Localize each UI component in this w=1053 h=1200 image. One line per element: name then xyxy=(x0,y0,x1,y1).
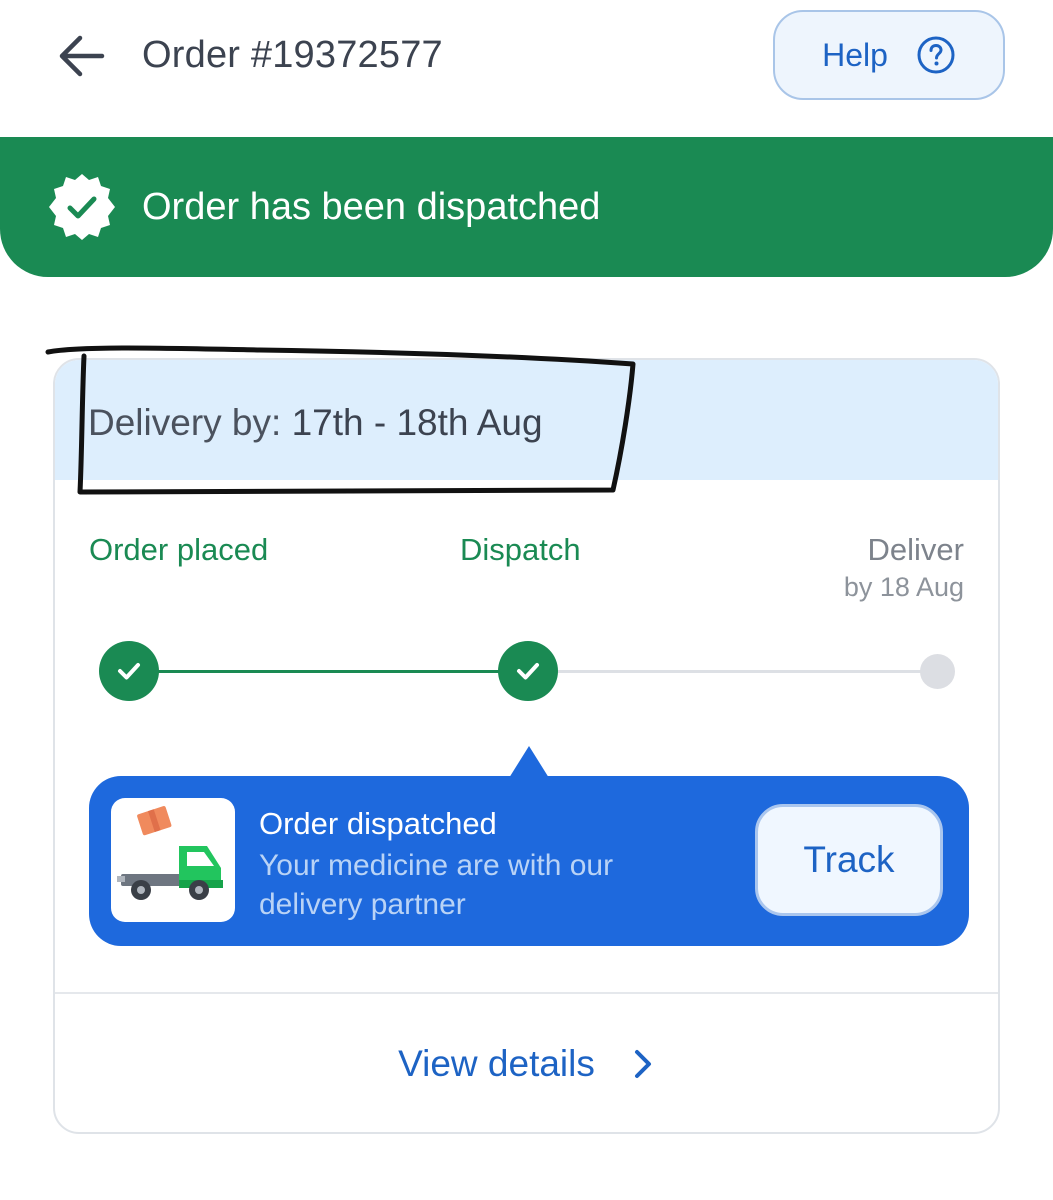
page-title: Order #19372577 xyxy=(142,34,443,76)
verified-badge-icon xyxy=(49,174,115,240)
track-button[interactable]: Track xyxy=(755,804,943,916)
step-deliver-date: by 18 Aug xyxy=(843,572,964,602)
step-label-deliver: Deliver xyxy=(867,532,964,567)
dispatch-subtitle: Your medicine are with our delivery part… xyxy=(259,849,614,921)
delivery-estimate: Delivery by: 17th - 18th Aug xyxy=(88,402,543,444)
order-status-page: Order #19372577 Help Order has been disp… xyxy=(0,0,1053,1200)
delivery-truck-icon xyxy=(117,806,223,900)
status-banner: Order has been dispatched xyxy=(0,137,1053,277)
status-banner-text: Order has been dispatched xyxy=(142,186,601,228)
dispatch-info-box: Order dispatched Your medicine are with … xyxy=(89,776,969,946)
step-dot-order-placed xyxy=(99,641,159,701)
delivery-estimate-label: Delivery by: xyxy=(88,402,282,443)
help-button-label: Help xyxy=(822,36,888,73)
order-tracking-card: Delivery by: 17th - 18th Aug Order place… xyxy=(53,358,1000,1134)
step-label-order-placed: Order placed xyxy=(89,532,269,567)
header: Order #19372577 Help xyxy=(0,0,1053,120)
delivery-estimate-strip: Delivery by: 17th - 18th Aug xyxy=(55,360,998,480)
chevron-right-icon xyxy=(634,1050,651,1078)
view-details-label: View details xyxy=(398,1043,595,1084)
back-button[interactable] xyxy=(52,26,112,86)
help-button[interactable]: Help xyxy=(773,10,1005,100)
delivery-estimate-date: 17th - 18th Aug xyxy=(291,402,543,443)
arrow-left-icon xyxy=(59,35,105,77)
check-icon xyxy=(517,663,539,680)
step-dot-deliver xyxy=(920,654,955,689)
progress-line-pending xyxy=(528,670,938,673)
dispatch-box-pointer xyxy=(509,746,549,778)
delivery-truck-image xyxy=(111,798,235,922)
question-circle-icon xyxy=(917,36,955,74)
view-details-button[interactable]: View details xyxy=(55,994,998,1132)
check-icon xyxy=(118,663,140,680)
step-label-dispatch: Dispatch xyxy=(460,532,581,567)
dispatch-title: Order dispatched xyxy=(259,806,497,841)
track-button-label: Track xyxy=(803,839,895,880)
progress-line-complete xyxy=(129,670,528,673)
step-dot-dispatch xyxy=(498,641,558,701)
